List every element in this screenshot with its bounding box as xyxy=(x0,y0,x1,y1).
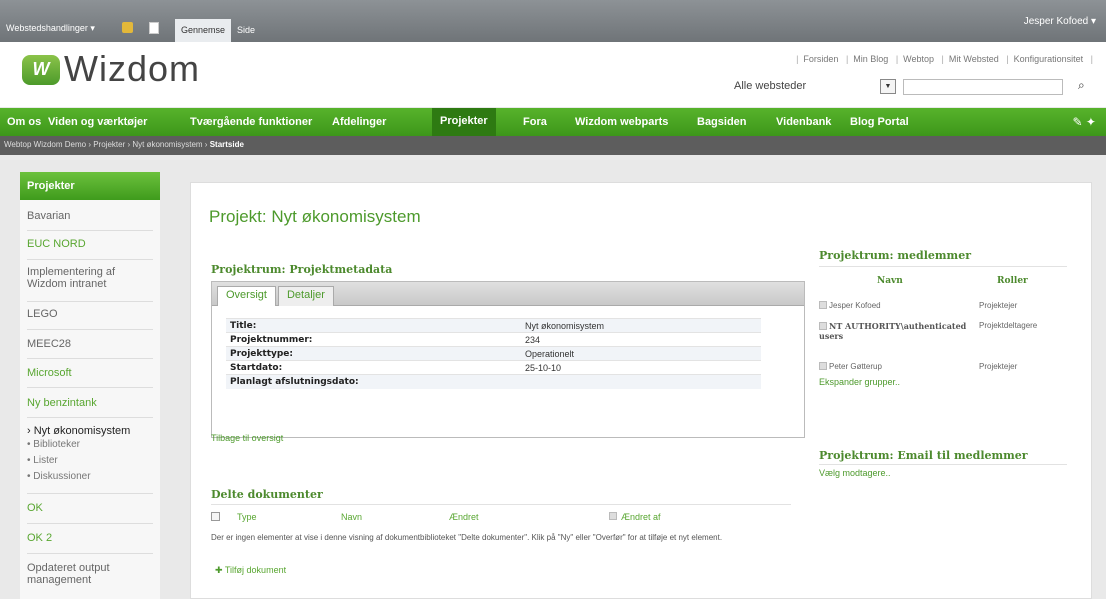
expand-groups-link[interactable]: Ekspander grupper.. xyxy=(819,377,900,387)
breadcrumb-item[interactable]: Nyt økonomisystem xyxy=(132,140,202,149)
site-header: W Wizdom | Forsiden | Min Blog | Webtop | Mi… xyxy=(0,42,1106,107)
user-icon xyxy=(819,362,827,370)
leftnav-item-implementering[interactable]: Implementering af Wizdom intranet xyxy=(27,266,153,290)
nav-viden[interactable]: Viden og værktøjer xyxy=(48,116,147,128)
add-document-link[interactable]: ✚ Tilføj dokument xyxy=(215,565,286,576)
nav-projekter[interactable]: Projekter xyxy=(432,108,496,136)
leftnav-item-ok2[interactable]: OK 2 xyxy=(27,532,153,544)
leftnav-sub-lister[interactable]: • Lister xyxy=(27,455,153,466)
search-input[interactable] xyxy=(903,79,1063,95)
members-col-role: Roller xyxy=(997,276,1028,286)
members-col-name: Navn xyxy=(877,276,903,286)
leftnav-item-bavarian[interactable]: Bavarian xyxy=(27,210,153,222)
nav-webparts[interactable]: Wizdom webparts xyxy=(575,116,668,128)
nav-tvaergaaende[interactable]: Tværgående funktioner xyxy=(190,116,312,128)
tab-oversigt[interactable]: Oversigt xyxy=(217,286,276,306)
leftnav-item-meec28[interactable]: MEEC28 xyxy=(27,338,153,350)
tools-icon[interactable]: ✎ ✦ xyxy=(1073,115,1096,129)
nav-blog-portal[interactable]: Blog Portal xyxy=(850,116,909,128)
add-document-label: Tilføj dokument xyxy=(224,565,287,575)
docs-empty-message: Der er ingen elementer at vise i denne v… xyxy=(211,533,723,542)
member-name[interactable]: Jesper Kofoed xyxy=(829,301,881,310)
search-scope[interactable]: Alle websteder xyxy=(734,80,806,92)
leftnav-item-opdateret[interactable]: Opdateret output management xyxy=(27,562,153,586)
docs-title: Delte dokumenter xyxy=(211,488,323,501)
plus-icon: ✚ xyxy=(215,565,223,575)
top-link-konfiguration[interactable]: Konfigurationsitet xyxy=(1014,54,1084,64)
user-icon xyxy=(819,322,827,330)
metadata-panel: Oversigt Detaljer Title: Nyt økonomisystem… xyxy=(211,281,805,438)
table-row: Title: Nyt økonomisystem xyxy=(226,318,761,333)
back-to-overview-link[interactable]: Tilbage til oversigt xyxy=(211,433,283,443)
top-link-webtop[interactable]: Webtop xyxy=(903,54,934,64)
leftnav-item-microsoft[interactable]: Microsoft xyxy=(27,367,153,379)
column-aendret-af[interactable]: Ændret af xyxy=(621,512,661,522)
leftnav-item-ok[interactable]: OK xyxy=(27,502,153,514)
site-actions-menu[interactable]: Webstedshandlinger ▾ xyxy=(6,23,95,34)
select-all-checkbox[interactable] xyxy=(211,512,220,521)
breadcrumb-item[interactable]: Webtop Wizdom Demo xyxy=(4,140,86,149)
tab-browse[interactable]: Gennemse xyxy=(175,19,232,42)
leftnav-sub-diskussioner[interactable]: • Diskussioner xyxy=(27,471,153,482)
top-link-forsiden[interactable]: Forsiden xyxy=(803,54,838,64)
table-row: Startdato: 25-10-10 xyxy=(226,360,761,375)
left-navigation: Projekter Bavarian EUC NORD Implementeri… xyxy=(20,172,160,599)
page-icon[interactable] xyxy=(149,22,159,34)
leftnav-item-euc-nord[interactable]: EUC NORD xyxy=(27,238,153,250)
breadcrumb: Webtop Wizdom Demo › Projekter › Nyt øko… xyxy=(0,136,1106,155)
member-role: Projektejer xyxy=(979,301,1018,310)
nav-fora[interactable]: Fora xyxy=(523,116,547,128)
column-navn[interactable]: Navn xyxy=(341,512,362,522)
breadcrumb-item[interactable]: Projekter xyxy=(93,140,125,149)
table-row: Projektnummer: 234 xyxy=(226,332,761,347)
page-title: Projekt: Nyt økonomisystem xyxy=(209,207,421,226)
nav-afdelinger[interactable]: Afdelinger xyxy=(332,116,386,128)
select-recipients-link[interactable]: Vælg modtagere.. xyxy=(819,468,891,478)
metadata-title: Projektrum: Projektmetadata xyxy=(211,263,393,276)
logo-text: Wizdom xyxy=(64,48,201,89)
search-icon[interactable]: ⌕ xyxy=(1078,78,1085,93)
tab-detaljer[interactable]: Detaljer xyxy=(277,286,334,306)
column-type[interactable]: Type xyxy=(237,512,257,522)
table-row: Projekttype: Operationelt xyxy=(226,346,761,361)
nav-videnbank[interactable]: Videnbank xyxy=(776,116,831,128)
leftnav-item-ny-benzintank[interactable]: Ny benzintank xyxy=(27,397,153,409)
tab-page[interactable]: Side xyxy=(231,19,261,42)
leftnav-item-lego[interactable]: LEGO xyxy=(27,308,153,320)
top-link-min-blog[interactable]: Min Blog xyxy=(853,54,888,64)
top-links: | Forsiden | Min Blog | Webtop | Mit Websted… xyxy=(796,54,1093,64)
user-icon xyxy=(819,301,827,309)
ribbon: Webstedshandlinger ▾ Gennemse Side Jespe… xyxy=(0,0,1106,42)
column-aendret[interactable]: Ændret xyxy=(449,512,479,522)
main-content: Projekt: Nyt økonomisystem Projektrum: P… xyxy=(190,182,1092,599)
leftnav-sub-biblioteker[interactable]: • Biblioteker xyxy=(27,439,153,450)
breadcrumb-current: Startside xyxy=(209,140,244,149)
top-navigation: Om os Viden og værktøjer Tværgående funk… xyxy=(0,108,1106,136)
member-role: Projektejer xyxy=(979,362,1018,371)
leftnav-item-nyt-okonomisystem[interactable]: › Nyt økonomisystem xyxy=(27,425,153,437)
top-link-mit-websted[interactable]: Mit Websted xyxy=(949,54,999,64)
user-menu[interactable]: Jesper Kofoed ▾ xyxy=(1024,16,1096,27)
members-title: Projektrum: medlemmer xyxy=(819,249,971,262)
scope-dropdown-icon[interactable]: ▼ xyxy=(880,79,896,94)
edit-icon[interactable] xyxy=(122,22,133,33)
leftnav-header[interactable]: Projekter xyxy=(20,172,160,200)
nav-om-os[interactable]: Om os xyxy=(7,116,41,128)
logo-mark: W xyxy=(22,55,60,85)
table-row: Planlagt afslutningsdato: xyxy=(226,374,761,389)
column-aendret-af-icon xyxy=(609,512,617,520)
member-name[interactable]: NT AUTHORITY\authenticated users xyxy=(819,321,966,341)
nav-bagsiden[interactable]: Bagsiden xyxy=(697,116,747,128)
member-name[interactable]: Peter Gøtterup xyxy=(829,362,882,371)
metadata-tabs: Oversigt Detaljer xyxy=(212,282,804,306)
metadata-table: Title: Nyt økonomisystem Projektnummer: 23… xyxy=(226,318,761,389)
member-role: Projektdeltagere xyxy=(979,321,1038,330)
email-title: Projektrum: Email til medlemmer xyxy=(819,449,1028,462)
